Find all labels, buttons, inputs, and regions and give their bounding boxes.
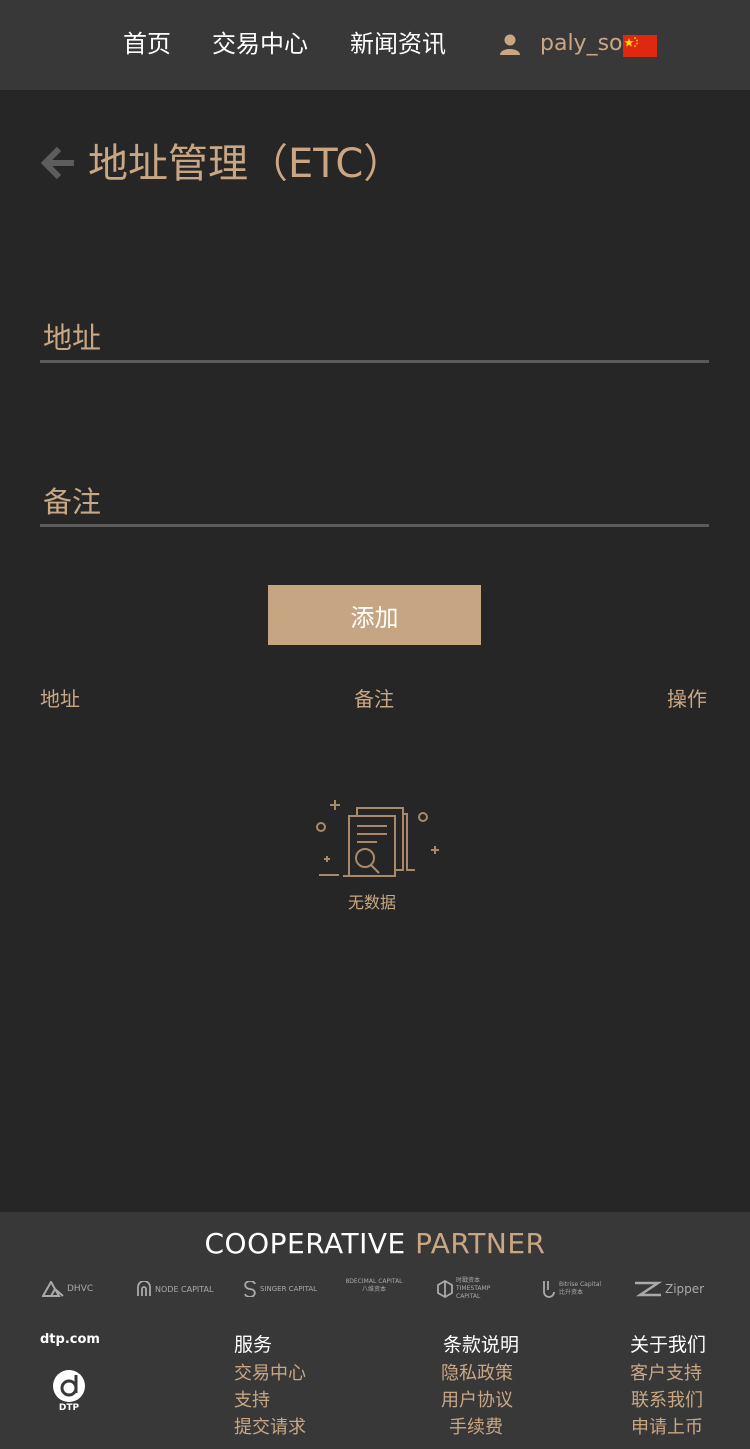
partner-label: 时戳资本 TIMESTAMP CAPITAL: [456, 1277, 491, 1300]
address-field[interactable]: 地址: [40, 317, 709, 363]
footer-link-fees[interactable]: 手续费: [449, 1416, 503, 1440]
remark-input[interactable]: [40, 481, 709, 524]
column-header-address: 地址: [40, 687, 80, 711]
bitrise-capital-logo-icon: [543, 1281, 555, 1298]
singer-capital-logo-icon: [244, 1281, 256, 1297]
column-header-action: 操作: [667, 687, 707, 711]
partner-logo-bitrise-capital[interactable]: Bitrise Capital 比升资本: [540, 1278, 605, 1300]
no-data-document-search-icon: [316, 800, 439, 877]
partner-label: Bitrise Capital 比升资本: [559, 1281, 602, 1296]
brand-logo-label: DTP: [58, 1403, 80, 1413]
footer-link-user-agreement[interactable]: 用户协议: [441, 1389, 513, 1413]
nav-trading-center[interactable]: 交易中心: [212, 28, 308, 60]
timestamp-capital-logo-icon: [437, 1280, 453, 1298]
partner-label: Zipper: [665, 1282, 705, 1296]
footer-col-services-title: 服务: [234, 1334, 273, 1356]
partner-word: PARTNER: [415, 1227, 546, 1260]
user-icon[interactable]: [499, 33, 521, 55]
footer-col-about-title: 关于我们: [630, 1334, 707, 1356]
partner-label: SINGER CAPITAL: [260, 1285, 318, 1293]
column-header-remark: 备注: [354, 687, 394, 711]
empty-state-text: 无数据: [347, 893, 396, 912]
footer-link-privacy-policy[interactable]: 隐私政策: [441, 1362, 513, 1386]
dtp-logo-icon[interactable]: [52, 1369, 86, 1403]
footer-col-terms-title: 条款说明: [443, 1334, 520, 1356]
partner-logo-singer-capital[interactable]: SINGER CAPITAL: [243, 1278, 317, 1300]
china-flag-icon[interactable]: [623, 35, 657, 57]
cooperative-partner-title: COOPERATIVE PARTNER: [0, 1226, 750, 1262]
footer-link-contact-us[interactable]: 联系我们: [631, 1389, 703, 1413]
footer-link-customer-support[interactable]: 客户支持: [630, 1362, 702, 1386]
partner-logo-dhvc[interactable]: DHVC: [42, 1278, 93, 1300]
partner-logo-8decimal[interactable]: 8DECIMAL CAPITAL 八维资本: [344, 1278, 404, 1302]
brand-domain[interactable]: dtp.com: [40, 1331, 100, 1349]
nav-home[interactable]: 首页: [123, 28, 171, 60]
username[interactable]: paly_so: [540, 28, 623, 60]
footer-link-trading-center[interactable]: 交易中心: [234, 1362, 306, 1386]
nav-news[interactable]: 新闻资讯: [350, 28, 446, 60]
footer-link-submit-request[interactable]: 提交请求: [234, 1416, 306, 1440]
partner-label: NODE CAPITAL: [155, 1284, 214, 1294]
partner-logo-node-capital[interactable]: NODE CAPITAL: [136, 1278, 213, 1300]
footer-link-apply-listing[interactable]: 申请上币: [631, 1416, 703, 1440]
remark-field[interactable]: 备注: [40, 481, 709, 527]
cooperative-word: COOPERATIVE: [204, 1227, 406, 1260]
dhvc-logo-icon: [42, 1281, 64, 1297]
add-button[interactable]: 添加: [268, 585, 481, 645]
partner-label: DHVC: [67, 1284, 94, 1294]
node-capital-logo-icon: [137, 1281, 151, 1296]
partner-logo-timestamp-capital[interactable]: 时戳资本 TIMESTAMP CAPITAL: [437, 1277, 506, 1300]
partner-logo-zipper[interactable]: Zipper: [634, 1278, 704, 1300]
partner-label: 8DECIMAL CAPITAL 八维资本: [345, 1278, 403, 1293]
footer-link-support[interactable]: 支持: [234, 1389, 270, 1413]
address-input[interactable]: [40, 317, 709, 360]
back-arrow-icon[interactable]: [40, 145, 76, 181]
zipper-logo-icon: [635, 1281, 662, 1297]
page-title: 地址管理（ETC）: [88, 141, 404, 187]
